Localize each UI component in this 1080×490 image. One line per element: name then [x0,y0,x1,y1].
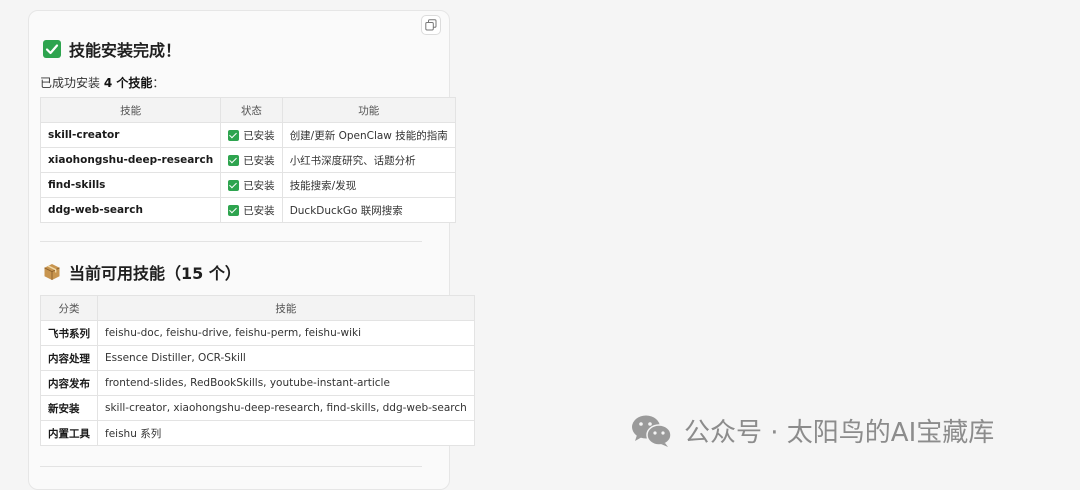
skills-cell: Essence Distiller, OCR-Skill [97,345,475,371]
table-row: 新安装 skill-creator, xiaohongshu-deep-rese… [40,395,475,421]
status-text: 已安装 [243,204,275,217]
category-cell: 新安装 [40,395,98,421]
table-row: find-skills 已安装 技能搜索/发现 [39,172,456,198]
check-mark-icon [228,204,240,216]
status-text: 已安装 [243,129,275,142]
install-summary-prefix: 已成功安装 [40,76,104,90]
table-row: 内容处理 Essence Distiller, OCR-Skill [40,345,475,371]
table-row: ddg-web-search 已安装 DuckDuckGo 联网搜索 [39,197,456,223]
check-mark-icon [228,129,240,141]
skills-cell: feishu 系列 [97,420,475,446]
function-cell: 小红书深度研究、话题分析 [281,147,456,173]
status-cell: 已安装 [220,147,283,173]
status-text: 已安装 [243,154,275,167]
status-cell: 已安装 [220,172,283,198]
table-row: 内容发布 frontend-slides, RedBookSkills, you… [40,370,475,396]
skill-name: ddg-web-search [39,197,222,223]
installed-skills-table: 技能 状态 功能 skill-creator 已安装 创建/更新 OpenCla… [39,97,456,223]
wechat-icon [630,413,674,449]
install-summary: 已成功安装 4 个技能： [40,74,164,91]
skills-cell: feishu-doc, feishu-drive, feishu-perm, f… [97,320,475,346]
skills-cell: skill-creator, xiaohongshu-deep-research… [97,395,475,421]
table-row: 飞书系列 feishu-doc, feishu-drive, feishu-pe… [40,320,475,346]
column-header-status: 状态 [220,97,283,123]
status-cell: 已安装 [220,122,283,148]
message-card: 技能安装完成！ 已成功安装 4 个技能： 技能 状态 功能 skill-crea… [28,10,475,490]
function-cell: 创建/更新 OpenClaw 技能的指南 [281,122,456,148]
table-header-row: 分类 技能 [40,295,475,321]
column-header-skill: 技能 [39,97,222,123]
installed-heading-text: 技能安装完成！ [69,41,182,60]
available-heading-text: 当前可用技能（15 个） [69,264,241,283]
category-cell: 内置工具 [40,420,98,446]
table-row: xiaohongshu-deep-research 已安装 小红书深度研究、话题… [39,147,456,173]
skill-name: find-skills [39,172,222,198]
copy-icon [425,19,437,31]
watermark-text: 公众号 · 太阳鸟的AI宝藏库 [684,418,995,448]
section-divider [40,466,422,467]
status-text: 已安装 [243,179,275,192]
check-mark-box-icon [43,40,61,58]
check-mark-icon [228,179,240,191]
watermark: 公众号 · 太阳鸟的AI宝藏库 [630,412,994,449]
package-icon [43,263,61,281]
column-header-skills: 技能 [97,295,475,321]
table-row: skill-creator 已安装 创建/更新 OpenClaw 技能的指南 [39,122,456,148]
skill-name: skill-creator [39,122,222,148]
check-mark-icon [228,154,240,166]
install-summary-count: 4 个技能 [103,76,153,90]
skill-name: xiaohongshu-deep-research [39,147,222,173]
status-cell: 已安装 [220,197,283,223]
table-row: 内置工具 feishu 系列 [40,420,475,446]
copy-button[interactable] [421,15,441,35]
function-cell: DuckDuckGo 联网搜索 [281,197,456,223]
available-skills-table: 分类 技能 飞书系列 feishu-doc, feishu-drive, fei… [40,295,475,446]
category-cell: 飞书系列 [40,320,98,346]
column-header-category: 分类 [40,295,98,321]
skills-cell: frontend-slides, RedBookSkills, youtube-… [97,370,475,396]
install-summary-suffix: ： [152,76,165,90]
category-cell: 内容处理 [40,345,98,371]
category-cell: 内容发布 [40,370,98,396]
function-cell: 技能搜索/发现 [281,172,456,198]
installed-heading: 技能安装完成！ [43,37,181,61]
section-divider [40,241,422,242]
available-heading: 当前可用技能（15 个） [43,260,241,284]
column-header-function: 功能 [281,97,456,123]
table-header-row: 技能 状态 功能 [39,97,456,123]
